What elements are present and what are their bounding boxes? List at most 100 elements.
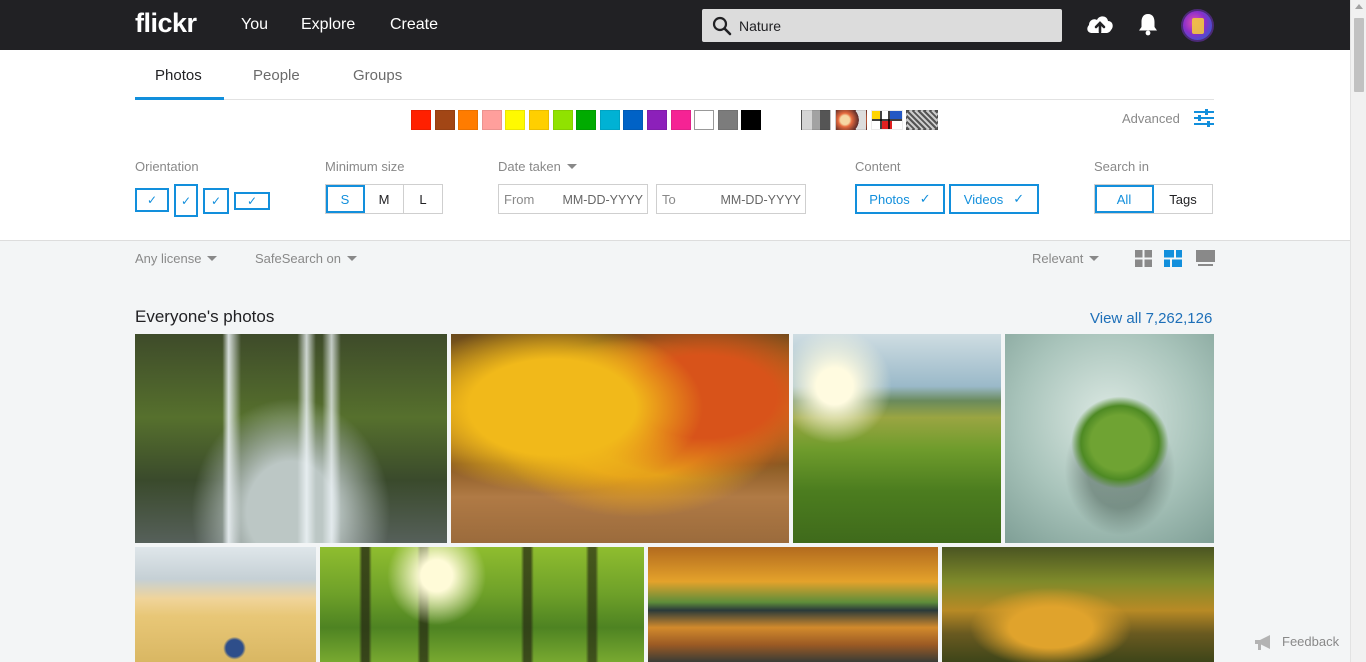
size-medium-button[interactable]: M <box>365 185 404 213</box>
scroll-thumb[interactable] <box>1354 18 1364 92</box>
content-videos-toggle[interactable]: Videos ✓ <box>949 184 1039 214</box>
large-view-icon[interactable] <box>1196 250 1215 267</box>
megaphone-icon <box>1255 635 1270 650</box>
upload-cloud-icon[interactable] <box>1085 11 1115 37</box>
nav-you[interactable]: You <box>241 16 268 34</box>
sort-dropdown[interactable]: Relevant <box>1032 251 1100 266</box>
color-swatch[interactable] <box>741 110 762 130</box>
photo-waterfall[interactable] <box>135 334 447 543</box>
photo-autumn-reflection[interactable] <box>942 547 1214 662</box>
active-tab-indicator <box>135 97 224 100</box>
justified-view-icon[interactable] <box>1164 250 1182 267</box>
date-taken-dropdown[interactable]: Date taken <box>498 159 577 174</box>
sort-label: Relevant <box>1032 251 1084 266</box>
color-swatch[interactable] <box>529 110 549 130</box>
chevron-down-icon <box>1089 256 1100 261</box>
date-to-placeholder: MM-DD-YYYY <box>720 193 801 207</box>
top-navigation-bar: flickr You Explore Create Nature <box>0 0 1350 50</box>
date-from-field[interactable]: From MM-DD-YYYY <box>498 184 648 214</box>
search-in-tags-button[interactable]: Tags <box>1154 185 1212 213</box>
search-in-selector: All Tags <box>1094 184 1213 214</box>
orientation-panorama[interactable]: ✓ <box>234 192 270 210</box>
style-patterns[interactable] <box>906 110 938 130</box>
minimalist-icon <box>872 111 902 129</box>
license-label: Any license <box>135 251 202 266</box>
minimum-size-selector: S M L <box>325 184 443 214</box>
date-taken-label: Date taken <box>498 159 561 174</box>
content-videos-label: Videos <box>963 191 1004 207</box>
style-minimalist[interactable] <box>871 110 903 130</box>
page-scrollbar[interactable] <box>1350 0 1366 662</box>
size-large-button[interactable]: L <box>404 185 442 213</box>
grid-view-icon[interactable] <box>1135 250 1152 267</box>
color-swatch[interactable] <box>458 110 479 130</box>
color-swatch[interactable] <box>481 110 502 130</box>
color-swatch[interactable] <box>411 110 431 130</box>
tab-groups[interactable]: Groups <box>353 67 402 84</box>
tab-photos[interactable]: Photos <box>155 67 202 84</box>
checkmark-icon: ✓ <box>180 193 192 208</box>
style-shallow-depth-of-field[interactable] <box>835 110 867 130</box>
tab-divider <box>135 99 1214 100</box>
license-dropdown[interactable]: Any license <box>135 251 218 266</box>
checkmark-icon: ✓ <box>210 194 222 208</box>
orientation-label: Orientation <box>135 159 199 174</box>
orientation-portrait[interactable]: ✓ <box>174 184 198 217</box>
safesearch-label: SafeSearch on <box>255 251 342 266</box>
search-box[interactable]: Nature <box>702 9 1062 42</box>
color-swatch[interactable] <box>434 110 455 130</box>
color-swatch[interactable] <box>623 110 644 130</box>
orientation-square[interactable]: ✓ <box>203 188 229 214</box>
scroll-up-arrow-icon[interactable] <box>1355 4 1363 9</box>
color-swatch[interactable] <box>717 110 738 130</box>
view-all-link[interactable]: View all 7,262,126 <box>1090 310 1212 327</box>
photo-autumn-pond[interactable] <box>648 547 938 662</box>
search-filter-panel: Photos People Groups Advanced Orientatio… <box>0 50 1350 241</box>
date-to-label: To <box>662 192 676 207</box>
checkmark-icon: ✓ <box>246 194 258 208</box>
color-swatch[interactable] <box>552 110 573 130</box>
checkmark-icon: ✓ <box>146 193 158 207</box>
notifications-bell-icon[interactable] <box>1137 12 1159 36</box>
content-photos-toggle[interactable]: Photos ✓ <box>855 184 945 214</box>
flickr-logo[interactable]: flickr <box>135 8 197 39</box>
advanced-sliders-icon[interactable] <box>1193 109 1215 127</box>
photo-green-leaf[interactable] <box>1005 334 1214 543</box>
advanced-link[interactable]: Advanced <box>1122 111 1180 126</box>
tab-people[interactable]: People <box>253 67 300 84</box>
search-input[interactable]: Nature <box>739 18 781 34</box>
size-small-button[interactable]: S <box>326 185 365 213</box>
color-swatch[interactable] <box>670 110 691 130</box>
chevron-down-icon <box>207 256 218 261</box>
color-swatch[interactable] <box>576 110 597 130</box>
search-icon <box>712 16 732 36</box>
search-in-label: Search in <box>1094 159 1149 174</box>
search-in-all-button[interactable]: All <box>1095 185 1154 213</box>
results-title: Everyone's photos <box>135 307 275 326</box>
color-swatch[interactable] <box>505 110 526 130</box>
photo-beach-sunset[interactable] <box>135 547 316 662</box>
chevron-down-icon <box>566 164 577 169</box>
style-black-and-white[interactable] <box>801 110 831 130</box>
feedback-label: Feedback <box>1282 634 1340 649</box>
nav-explore[interactable]: Explore <box>301 16 355 34</box>
color-swatch[interactable] <box>694 110 715 130</box>
content-label: Content <box>855 159 901 174</box>
photo-forest-sunlight[interactable] <box>320 547 644 662</box>
safesearch-dropdown[interactable]: SafeSearch on <box>255 251 358 266</box>
chevron-down-icon <box>347 256 358 261</box>
minimum-size-label: Minimum size <box>325 159 405 174</box>
date-to-field[interactable]: To MM-DD-YYYY <box>656 184 806 214</box>
orientation-landscape[interactable]: ✓ <box>135 188 169 212</box>
date-from-placeholder: MM-DD-YYYY <box>562 193 643 207</box>
date-from-label: From <box>504 192 535 207</box>
photo-autumn-trees[interactable] <box>451 334 789 543</box>
color-swatch[interactable] <box>647 110 667 130</box>
user-avatar[interactable] <box>1181 9 1214 42</box>
checkmark-icon: ✓ <box>919 191 931 206</box>
photo-green-field[interactable] <box>793 334 1001 543</box>
content-photos-label: Photos <box>869 191 910 207</box>
color-swatch[interactable] <box>599 110 620 130</box>
nav-create[interactable]: Create <box>390 16 438 34</box>
checkmark-icon: ✓ <box>1013 191 1025 206</box>
